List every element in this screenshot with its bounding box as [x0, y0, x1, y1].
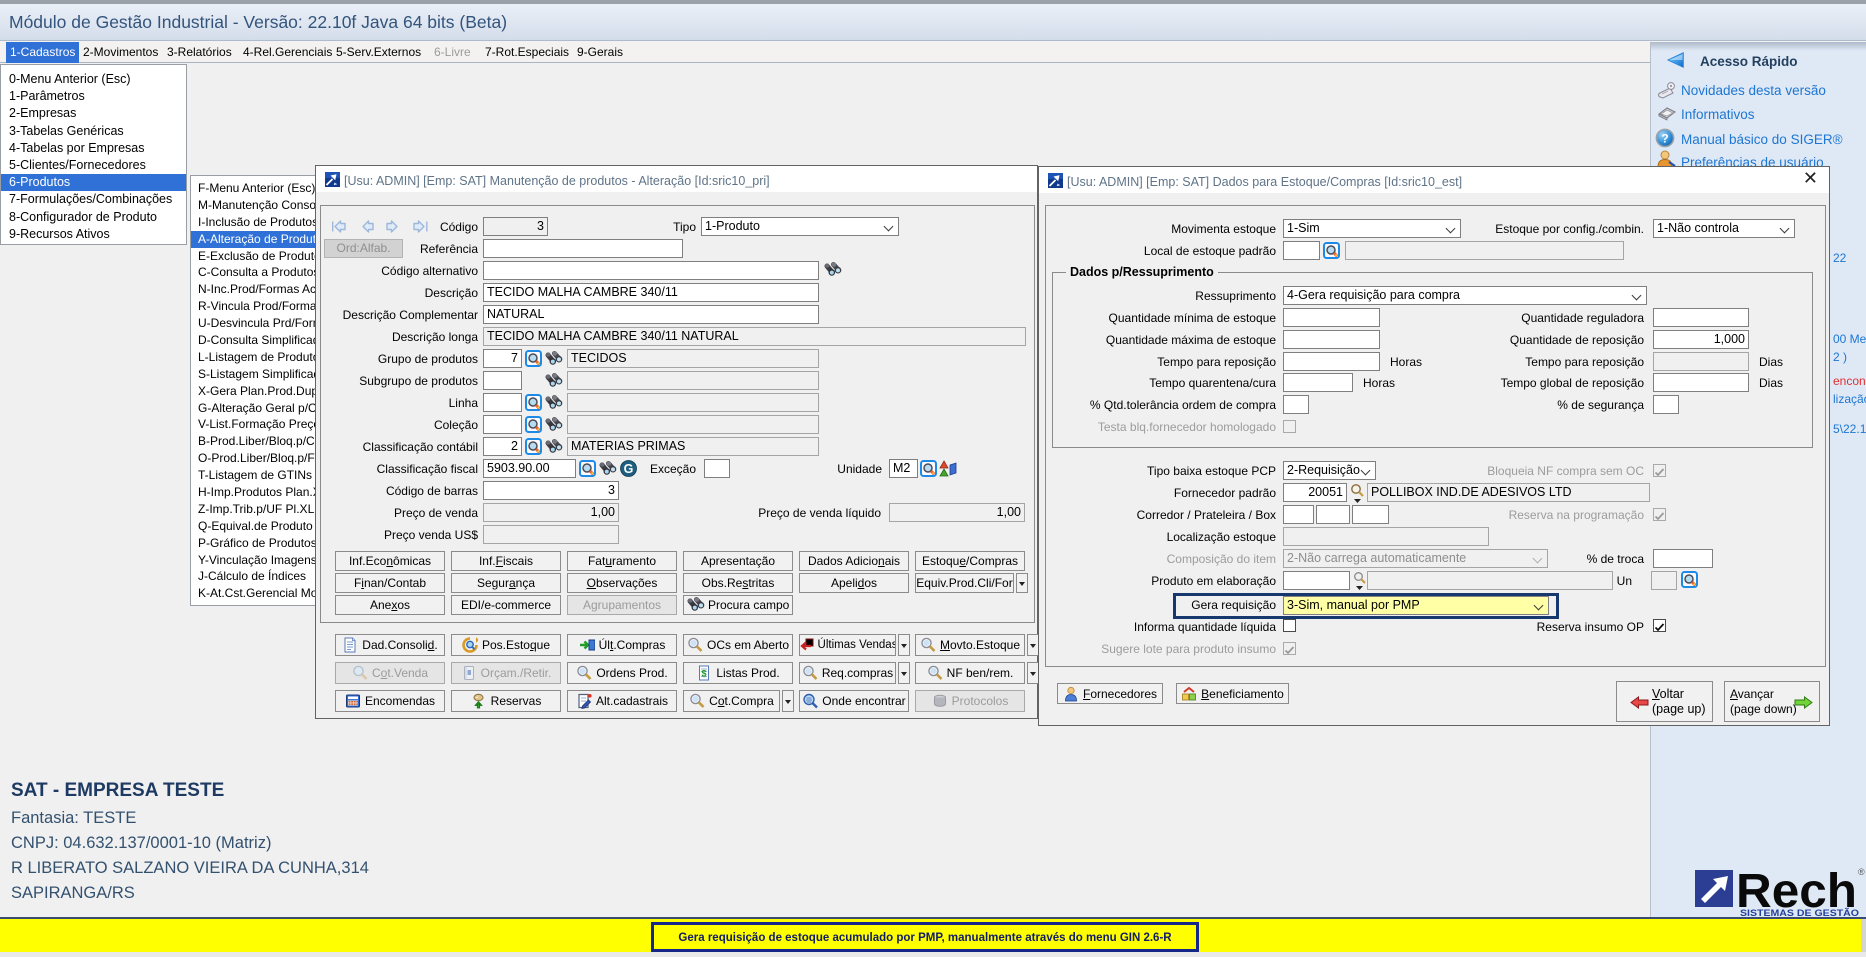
- svg-text:G: G: [624, 462, 634, 476]
- svg-text:®: ®: [1858, 867, 1865, 877]
- svg-text:?: ?: [1661, 132, 1668, 146]
- svg-text:$: $: [702, 669, 707, 679]
